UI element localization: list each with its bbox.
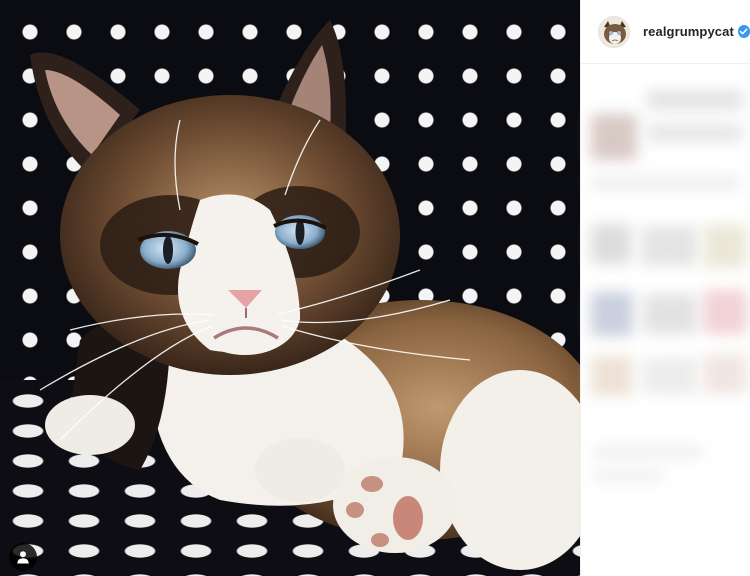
blurred-text xyxy=(647,124,743,142)
cat-illustration xyxy=(30,20,580,570)
blurred-text xyxy=(593,470,663,482)
blurred-avatar xyxy=(591,292,633,336)
blurred-avatar xyxy=(591,114,637,160)
verified-check-icon xyxy=(737,25,750,38)
blurred-text xyxy=(703,224,747,268)
username-link[interactable]: realgrumpycat xyxy=(643,24,734,39)
blurred-text xyxy=(591,176,741,190)
blurred-text xyxy=(643,294,697,334)
blurred-text xyxy=(703,354,747,394)
blurred-comments-area xyxy=(581,66,750,576)
post-sidebar: realgrumpycat xyxy=(580,0,750,576)
cat-avatar-icon xyxy=(599,16,629,47)
blurred-text xyxy=(641,226,697,266)
blurred-text xyxy=(647,90,743,110)
blurred-avatar xyxy=(591,356,633,396)
blurred-text xyxy=(593,446,703,458)
blurred-text xyxy=(703,290,747,334)
post-photo[interactable] xyxy=(0,0,580,576)
blurred-text xyxy=(643,358,697,394)
user-silhouette-icon xyxy=(17,551,29,564)
profile-avatar[interactable] xyxy=(598,15,630,48)
post-header: realgrumpycat xyxy=(581,0,750,64)
user-tags-button[interactable] xyxy=(9,543,37,571)
blurred-avatar xyxy=(591,224,631,264)
